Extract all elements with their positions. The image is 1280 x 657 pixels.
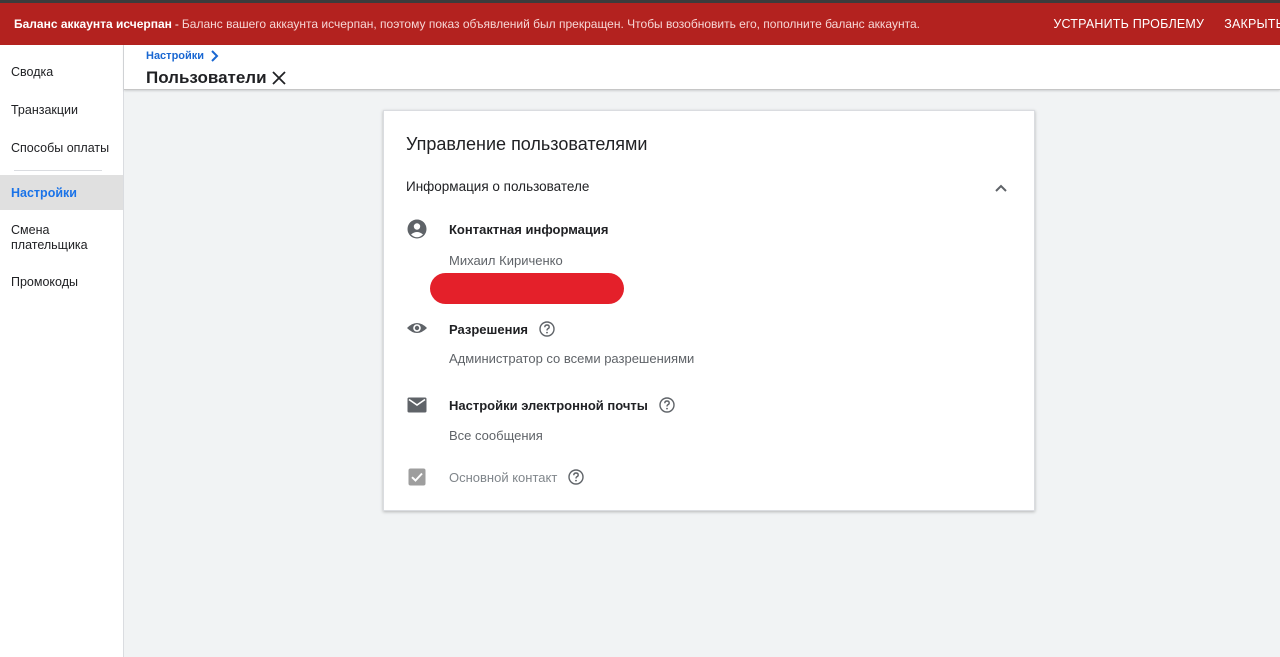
breadcrumb[interactable]: Настройки	[146, 50, 219, 62]
close-banner-button[interactable]: ЗАКРЫТЬ	[1224, 17, 1280, 31]
sidebar-item-change-payer[interactable]: Смена плательщика	[0, 215, 110, 261]
account-circle-icon	[406, 218, 428, 240]
sidebar-item-payment-methods[interactable]: Способы оплаты	[0, 131, 123, 165]
banner-title: Баланс аккаунта исчерпан	[14, 17, 172, 31]
banner-actions: УСТРАНИТЬ ПРОБЛЕМУ ЗАКРЫТЬ	[1053, 3, 1280, 45]
sidebar-divider	[14, 170, 102, 171]
email-settings-label: Настройки электронной почты	[449, 397, 675, 413]
email-settings-label-text: Настройки электронной почты	[449, 397, 648, 413]
checkbox-checked-icon[interactable]	[406, 466, 428, 488]
sidebar-item-label: Промокоды	[11, 275, 78, 289]
email-settings-value: Все сообщения	[449, 428, 543, 443]
permissions-label-text: Разрешения	[449, 321, 529, 337]
page-title: Пользователи	[146, 68, 287, 88]
mail-icon	[406, 394, 428, 416]
chevron-up-icon[interactable]	[992, 179, 1010, 197]
primary-contact-label-text: Основной контакт	[449, 469, 558, 485]
user-management-card: Управление пользователями Информация о п…	[383, 110, 1035, 511]
billing-alert-banner: Баланс аккаунта исчерпан - Баланс вашего а…	[0, 0, 1280, 45]
user-info-section-title: Информация о пользователе	[406, 179, 590, 194]
help-icon[interactable]	[659, 397, 675, 413]
sidebar-item-label: Сводка	[11, 65, 54, 79]
eye-icon	[406, 317, 428, 339]
sidebar-item-summary[interactable]: Сводка	[0, 55, 123, 89]
sidebar-item-label: Транзакции	[11, 103, 79, 117]
banner-text: Баланс вашего аккаунта исчерпан, поэтому…	[181, 17, 920, 31]
close-icon[interactable]	[271, 70, 287, 86]
contact-info-label-text: Контактная информация	[449, 222, 609, 237]
help-icon[interactable]	[539, 321, 555, 337]
card-title: Управление пользователями	[406, 134, 648, 154]
page-title-text: Пользователи	[146, 68, 267, 87]
sidebar-item-label: Настройки	[11, 185, 77, 200]
chevron-right-icon	[210, 50, 219, 62]
sidebar-item-label: Способы оплаты	[11, 141, 110, 155]
help-icon[interactable]	[568, 469, 584, 485]
primary-contact-label: Основной контакт	[449, 469, 584, 485]
sidebar-item-promo-codes[interactable]: Промокоды	[0, 265, 123, 299]
permissions-value: Администратор со всеми разрешениями	[449, 351, 695, 366]
fix-problem-button[interactable]: УСТРАНИТЬ ПРОБЛЕМУ	[1053, 17, 1204, 31]
redaction-mark	[430, 273, 624, 304]
banner-message: Баланс аккаунта исчерпан - Баланс вашего а…	[14, 17, 920, 31]
contact-name: Михаил Кириченко	[449, 253, 563, 268]
page-header: Настройки Пользователи	[124, 45, 1280, 90]
contact-info-label: Контактная информация	[449, 222, 608, 237]
sidebar-item-settings[interactable]: Настройки	[0, 175, 123, 210]
sidebar-item-transactions[interactable]: Транзакции	[0, 93, 123, 127]
breadcrumb-settings-link[interactable]: Настройки	[146, 50, 204, 62]
permissions-label: Разрешения	[449, 321, 555, 337]
banner-separator: -	[174, 17, 179, 31]
sidebar: Сводка Транзакции Способы оплаты Настрой…	[0, 45, 124, 657]
sidebar-item-label: Смена плательщика	[11, 223, 88, 252]
